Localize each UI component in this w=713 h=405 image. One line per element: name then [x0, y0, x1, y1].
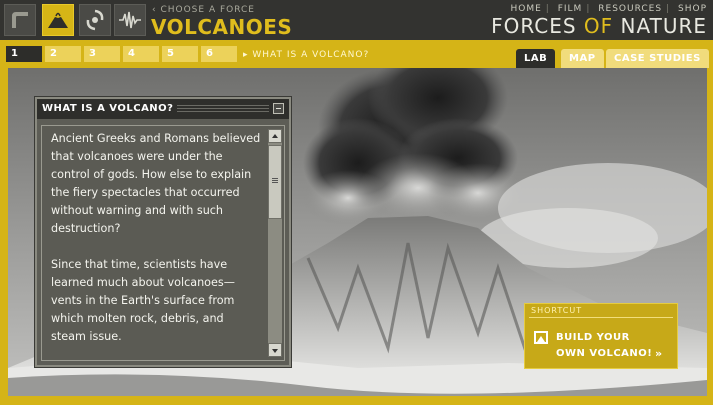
- panel-title: WHAT IS A VOLCANO?: [42, 103, 174, 114]
- top-nav: HOME | FILM | RESOURCES | SHOP: [510, 4, 707, 14]
- site-logo-button[interactable]: [4, 4, 36, 36]
- force-title: VOLCANOES: [151, 15, 293, 39]
- panel-paragraph-1: Ancient Greeks and Romans believed that …: [51, 132, 261, 235]
- seismic-wave-icon: [119, 11, 141, 29]
- nav-separator: |: [666, 4, 671, 14]
- frame-right: [707, 68, 713, 405]
- shortcut-divider: [529, 317, 673, 318]
- shortcut-text: BUILD YOUR OWN VOLCANO!: [556, 330, 666, 362]
- step-6-button[interactable]: 6: [201, 46, 237, 62]
- panel-paragraph-2: Since that time, scientists have learned…: [51, 258, 235, 343]
- top-bar: ‹ CHOOSE A FORCE VOLCANOES HOME | FILM | R…: [0, 0, 713, 40]
- minimize-button[interactable]: [273, 103, 284, 114]
- nav-separator: |: [586, 4, 591, 14]
- step-breadcrumb: ▸ WHAT IS A VOLCANO?: [243, 50, 370, 60]
- tab-map[interactable]: MAP: [561, 49, 604, 68]
- panel-text: Ancient Greeks and Romans believed that …: [51, 130, 261, 360]
- nav-separator: |: [545, 4, 550, 14]
- shortcut-label: SHORTCUT: [531, 306, 583, 315]
- panel-header[interactable]: WHAT IS A VOLCANO?: [37, 99, 289, 119]
- step-bar: 1 2 3 4 5 6 ▸ WHAT IS A VOLCANO? LAB MAP…: [0, 40, 713, 68]
- brand-wordmark: FORCES OF NATURE: [491, 14, 707, 38]
- shortcut-line-1: BUILD YOUR: [556, 332, 630, 343]
- brand-of: OF: [583, 14, 614, 38]
- hurricane-force-button[interactable]: [79, 4, 111, 36]
- frame-left: [0, 68, 8, 405]
- drag-grip[interactable]: [177, 105, 269, 113]
- volcano-force-button[interactable]: [42, 4, 74, 36]
- panel-body: Ancient Greeks and Romans believed that …: [41, 125, 285, 361]
- brand-nature: NATURE: [613, 14, 707, 38]
- step-1-button[interactable]: 1: [6, 46, 42, 62]
- tab-case-studies[interactable]: CASE STUDIES: [606, 49, 709, 68]
- earthquake-force-button[interactable]: [114, 4, 146, 36]
- build-volcano-shortcut[interactable]: SHORTCUT BUILD YOUR OWN VOLCANO! »: [524, 303, 678, 369]
- tab-lab[interactable]: LAB: [516, 49, 556, 68]
- image-icon: [534, 331, 548, 344]
- panel-scrollbar[interactable]: [268, 129, 282, 357]
- nav-home-link[interactable]: HOME: [510, 4, 541, 14]
- volcano-icon: [48, 12, 68, 28]
- info-panel: WHAT IS A VOLCANO? Ancient Greeks and Ro…: [35, 97, 291, 367]
- nav-shop-link[interactable]: SHOP: [678, 4, 707, 14]
- scroll-up-button[interactable]: [268, 129, 282, 143]
- step-2-button[interactable]: 2: [45, 46, 81, 62]
- hurricane-icon: [86, 9, 104, 31]
- scroll-down-button[interactable]: [268, 343, 282, 357]
- hurricane-logo-icon: [12, 12, 28, 28]
- shortcut-line-2: OWN VOLCANO!: [556, 348, 653, 359]
- step-5-button[interactable]: 5: [162, 46, 198, 62]
- scroll-thumb[interactable]: [268, 145, 282, 219]
- choose-force-link[interactable]: ‹ CHOOSE A FORCE: [152, 5, 255, 15]
- step-3-button[interactable]: 3: [84, 46, 120, 62]
- nav-film-link[interactable]: FILM: [558, 4, 583, 14]
- step-4-button[interactable]: 4: [123, 46, 159, 62]
- frame-bottom: [0, 396, 713, 405]
- double-chevron-right-icon: »: [655, 347, 663, 360]
- nav-resources-link[interactable]: RESOURCES: [598, 4, 662, 14]
- brand-forces: FORCES: [491, 14, 584, 38]
